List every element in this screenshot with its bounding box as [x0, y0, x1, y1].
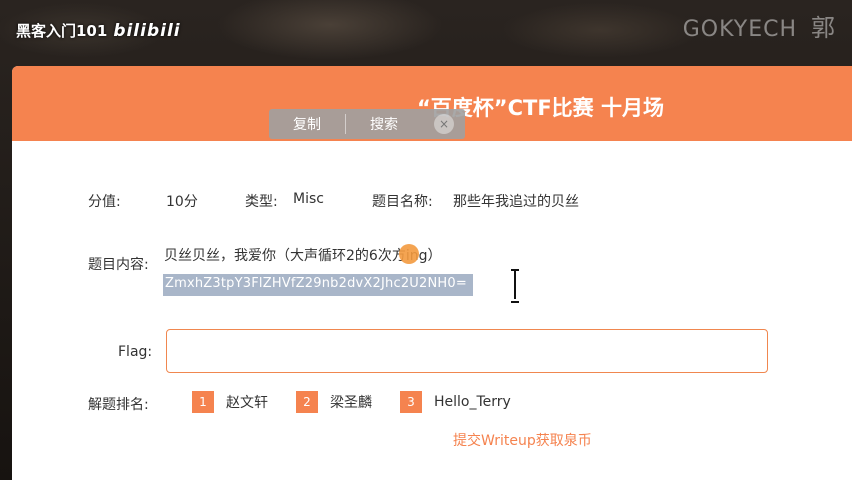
copy-button[interactable]: 复制 — [269, 114, 345, 134]
channel-watermark: 黑客入门101 bilibili — [16, 20, 181, 41]
challenge-name-value: 那些年我追过的贝丝 — [453, 194, 579, 210]
flag-input[interactable] — [166, 329, 768, 373]
ranking-label: 解题排名: — [88, 397, 149, 413]
submit-writeup-link[interactable]: 提交Writeup获取泉币 — [453, 430, 592, 450]
search-button[interactable]: 搜索 — [346, 114, 422, 134]
rank-name: 赵文轩 — [226, 395, 268, 411]
bilibili-logo: bilibili — [113, 21, 181, 41]
challenge-card: “百度杯”CTF比赛 十月场 复制 搜索 × 分值: 10分 类型: Misc … — [12, 66, 852, 480]
rank-badge: 2 — [296, 391, 318, 413]
rank-badge: 1 — [192, 391, 214, 413]
card-header: “百度杯”CTF比赛 十月场 复制 搜索 × — [12, 66, 852, 141]
corner-watermark: GOKYECH 郭 — [683, 8, 836, 43]
watermark-char: 郭 — [811, 14, 836, 42]
close-icon[interactable]: × — [434, 114, 454, 134]
rank-name: 梁圣麟 — [330, 395, 372, 411]
score-label: 分值: — [88, 194, 121, 210]
rank-badge: 3 — [400, 391, 422, 413]
content-label: 题目内容: — [88, 257, 149, 273]
rank-entry[interactable]: 2 梁圣麟 — [296, 391, 372, 413]
rank-entry[interactable]: 1 赵文轩 — [192, 391, 268, 413]
channel-name: 黑客入门101 — [16, 22, 108, 40]
selected-encoded-text[interactable]: ZmxhZ3tpY3FlZHVfZ29nb2dvX2Jhc2U2NH0= — [163, 274, 473, 296]
score-value: 10分 — [166, 194, 198, 210]
type-label: 类型: — [245, 194, 278, 210]
text-cursor-icon — [511, 269, 519, 303]
type-value: Misc — [293, 191, 324, 207]
mouse-pointer-highlight — [399, 244, 419, 264]
rank-entry[interactable]: 3 Hello_Terry — [400, 391, 511, 413]
rank-name: Hello_Terry — [434, 394, 511, 410]
flag-label: Flag: — [118, 344, 153, 360]
selection-popup: 复制 搜索 × — [269, 109, 465, 139]
watermark-text: GOKYECH — [682, 17, 797, 42]
challenge-name-label: 题目名称: — [372, 194, 433, 210]
